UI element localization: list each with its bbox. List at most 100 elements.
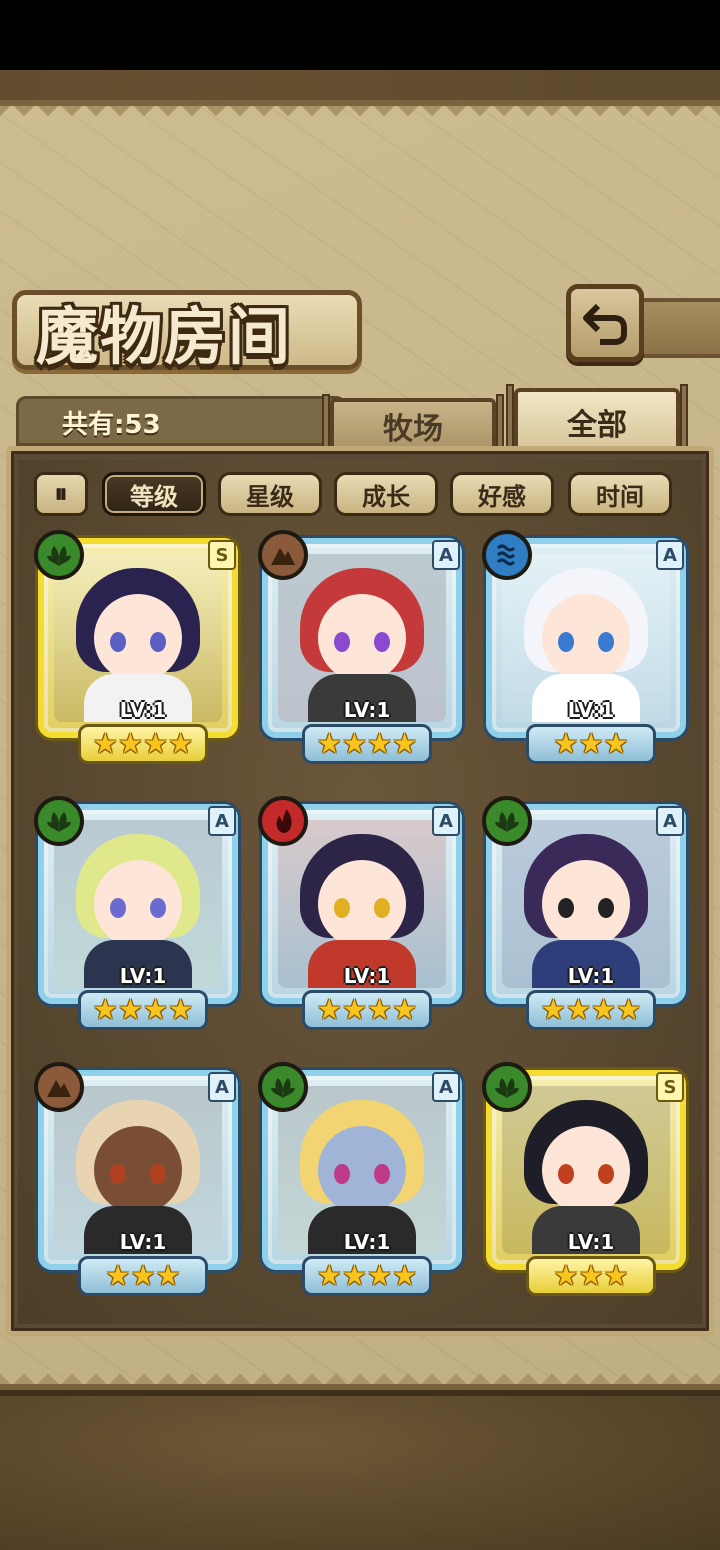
portrait-eye [110,898,126,918]
portrait-face [94,1126,182,1214]
monster-card[interactable]: A LV:1 ★ ★ ★ ★ [34,796,246,1036]
portrait-eye [598,1164,614,1184]
star-icon: ★ [392,1259,418,1292]
star-icon: ★ [591,993,617,1026]
monster-card[interactable]: A LV:1 ★ ★ ★ ★ [258,796,470,1036]
monster-level: LV:1 [119,1230,167,1254]
monster-card[interactable]: A LV:1 ★ ★ ★ [482,530,694,770]
star-icon: ★ [565,993,591,1026]
star-icon: ★ [143,993,169,1026]
portrait-face [542,594,630,682]
filter-star[interactable]: 星级 [218,472,322,516]
star-icon: ★ [603,727,629,760]
monster-card[interactable]: A LV:1 ★ ★ ★ ★ [258,1062,470,1302]
monster-portrait [502,554,670,722]
tab-ranch[interactable]: 牧场 [322,394,504,458]
monster-card[interactable]: S LV:1 ★ ★ ★ ★ [34,530,246,770]
star-icon: ★ [341,993,367,1026]
star-icon: ★ [553,727,579,760]
portrait-face [542,860,630,948]
monster-count: 共有:53 [62,410,161,440]
portrait-eye [334,898,350,918]
monster-level: LV:1 [343,1230,391,1254]
status-bar [0,0,720,70]
rank-badge: A [432,1072,460,1102]
star-icon: ★ [392,727,418,760]
star-icon: ★ [367,727,393,760]
filter-growth[interactable]: 成长 [334,472,438,516]
portrait-eye [374,632,390,652]
nature-element-icon [34,530,84,580]
star-icon: ★ [92,727,118,760]
portrait-eye [374,1164,390,1184]
star-icon: ★ [130,1259,156,1292]
star-icon: ★ [341,1259,367,1292]
portrait-eye [334,632,350,652]
star-icon: ★ [578,1259,604,1292]
star-icon: ★ [341,727,367,760]
rank-badge: A [208,1072,236,1102]
portrait-face [94,594,182,682]
sort-order-toggle[interactable]: ⏸ [34,472,88,516]
portrait-eye [150,632,166,652]
star-icon: ★ [553,1259,579,1292]
portrait-eye [558,1164,574,1184]
page-title: 魔物房间 [36,300,293,373]
portrait-eye [558,898,574,918]
star-icon: ★ [105,1259,131,1292]
portrait-eye [598,898,614,918]
rank-badge: A [208,806,236,836]
star-icon: ★ [143,727,169,760]
star-rating: ★ ★ ★ ★ [302,724,432,764]
star-icon: ★ [578,727,604,760]
tab-all[interactable]: 全部 [506,384,688,452]
monster-level: LV:1 [567,698,615,722]
star-icon: ★ [92,993,118,1026]
earth-element-icon [34,1062,84,1112]
portrait-eye [334,1164,350,1184]
star-icon: ★ [316,993,342,1026]
star-rating: ★ ★ ★ [526,1256,656,1296]
portrait-face [542,1126,630,1214]
filter-time[interactable]: 时间 [568,472,672,516]
portrait-face [318,860,406,948]
monster-card[interactable]: A LV:1 ★ ★ ★ [34,1062,246,1302]
nature-element-icon [482,796,532,846]
portrait-eye [110,632,126,652]
star-rating: ★ ★ ★ [526,724,656,764]
portrait-face [94,860,182,948]
portrait-eye [598,632,614,652]
monster-card[interactable]: A LV:1 ★ ★ ★ ★ [482,796,694,1036]
rank-badge: A [656,540,684,570]
portrait-eye [150,1164,166,1184]
star-icon: ★ [117,727,143,760]
monster-level: LV:1 [343,964,391,988]
portrait-eye [110,1164,126,1184]
star-icon: ★ [316,1259,342,1292]
rank-badge: A [432,806,460,836]
star-icon: ★ [540,993,566,1026]
monster-level: LV:1 [343,698,391,722]
tab-post [506,384,514,448]
back-button[interactable] [566,284,644,362]
monster-level: LV:1 [567,1230,615,1254]
portrait-face [318,1126,406,1214]
star-rating: ★ ★ ★ ★ [526,990,656,1030]
star-rating: ★ ★ ★ ★ [302,990,432,1030]
portrait-eye [558,632,574,652]
monster-card[interactable]: A LV:1 ★ ★ ★ ★ [258,530,470,770]
tab-label: 牧场 [383,412,443,447]
monster-portrait [278,820,446,988]
monster-level: LV:1 [119,698,167,722]
portrait-eye [150,898,166,918]
filter-level[interactable]: 等级 [102,472,206,516]
water-element-icon [482,530,532,580]
star-rating: ★ ★ ★ ★ [78,724,208,764]
filter-affection[interactable]: 好感 [450,472,554,516]
star-icon: ★ [117,993,143,1026]
monster-portrait [54,554,222,722]
return-arrow-icon [583,303,627,345]
monster-portrait [278,554,446,722]
star-rating: ★ ★ ★ ★ [302,1256,432,1296]
monster-card[interactable]: S LV:1 ★ ★ ★ [482,1062,694,1302]
